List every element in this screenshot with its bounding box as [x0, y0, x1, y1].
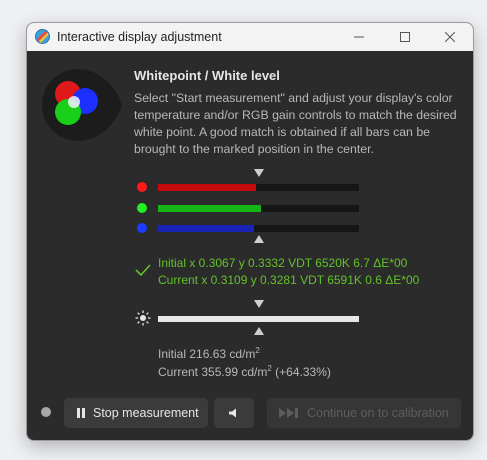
stop-measurement-button[interactable]: Stop measurement	[64, 398, 208, 428]
current-luminance-label: Current 355.99 cd/m	[158, 365, 268, 379]
title-bar[interactable]: Interactive display adjustment	[27, 23, 473, 51]
initial-luminance-readout: Initial 216.63 cd/m2	[158, 346, 260, 361]
adjustment-window: Interactive display adjustment Whitepoin…	[26, 22, 474, 441]
current-luminance-readout: Current 355.99 cd/m2 (+64.33%)	[158, 364, 331, 379]
initial-luminance-label: Initial 216.63 cd/m	[158, 347, 256, 361]
current-whitepoint-readout: Current x 0.3109 y 0.3281 VDT 6591K 0.6 …	[158, 273, 420, 287]
initial-luminance-unit-exponent: 2	[255, 346, 260, 355]
green-balance-fill	[158, 205, 261, 212]
blue-balance-fill	[158, 225, 255, 232]
stop-measurement-label: Stop measurement	[93, 406, 199, 420]
maximize-icon	[400, 32, 410, 42]
red-balance-fill	[158, 184, 257, 191]
green-channel-dot	[137, 203, 147, 213]
instructions-text: Select "Start measurement" and adjust yo…	[134, 91, 457, 156]
sound-toggle-button[interactable]	[214, 398, 254, 428]
luminance-target-marker-bottom	[254, 327, 264, 335]
pause-icon	[77, 408, 85, 418]
luminance-bar	[158, 316, 359, 322]
initial-whitepoint-readout: Initial x 0.3067 y 0.3332 VDT 6520K 6.7 …	[158, 256, 408, 270]
section-heading: Whitepoint / White level	[134, 68, 280, 83]
close-button[interactable]	[427, 23, 473, 51]
current-luminance-change: (+64.33%)	[271, 365, 331, 379]
skip-forward-icon	[279, 408, 298, 418]
maximize-button[interactable]	[382, 23, 428, 51]
app-logo-icon	[35, 29, 50, 44]
window-title: Interactive display adjustment	[57, 30, 222, 44]
continue-calibration-label: Continue on to calibration	[307, 406, 449, 420]
rgb-logo-icon	[42, 69, 122, 141]
rgb-target-marker-top	[254, 169, 264, 177]
speaker-icon	[229, 408, 236, 418]
checkmark-icon	[135, 264, 151, 277]
blue-balance-bar	[158, 225, 359, 232]
minimize-button[interactable]	[336, 23, 382, 51]
red-balance-bar	[158, 184, 359, 191]
brightness-icon	[135, 310, 151, 326]
rgb-target-marker-bottom	[254, 235, 264, 243]
green-balance-bar	[158, 205, 359, 212]
blue-channel-dot	[137, 223, 147, 233]
close-icon	[445, 32, 455, 42]
red-channel-dot	[137, 182, 147, 192]
luminance-target-marker-top	[254, 300, 264, 308]
measurement-status-indicator	[41, 407, 51, 417]
continue-calibration-button[interactable]: Continue on to calibration	[267, 398, 461, 428]
minimize-icon	[354, 36, 364, 38]
